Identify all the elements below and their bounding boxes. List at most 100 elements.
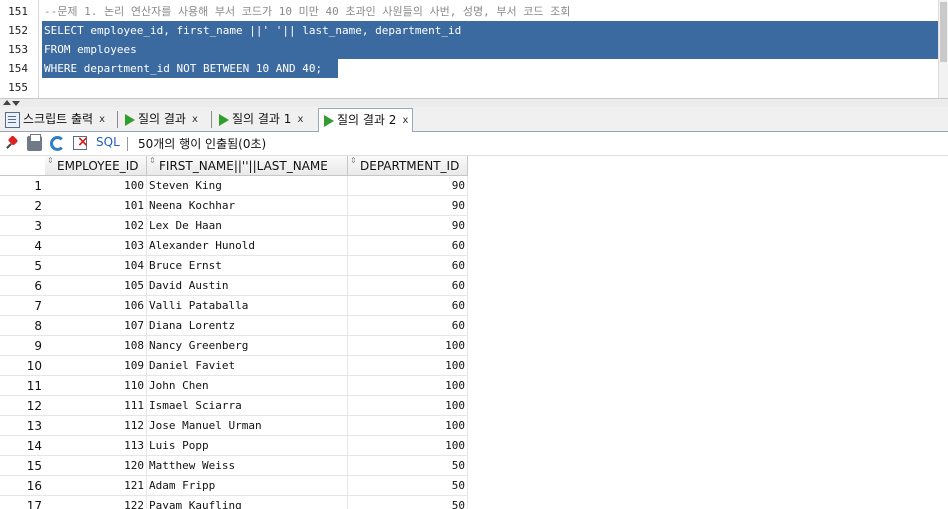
cell-full-name[interactable]: Matthew Weiss <box>147 456 348 476</box>
cell-employee-id[interactable]: 101 <box>45 196 147 216</box>
cell-employee-id[interactable]: 107 <box>45 316 147 336</box>
pin-icon[interactable] <box>5 136 20 151</box>
cell-full-name[interactable]: Alexander Hunold <box>147 236 348 256</box>
cell-department-id[interactable]: 60 <box>348 256 468 276</box>
cell-department-id[interactable]: 90 <box>348 176 468 196</box>
cell-employee-id[interactable]: 103 <box>45 236 147 256</box>
cell-employee-id[interactable]: 108 <box>45 336 147 356</box>
cell-full-name[interactable]: John Chen <box>147 376 348 396</box>
scrollbar-thumb[interactable] <box>940 2 947 62</box>
fetch-status: 50개의 행이 인출됨(0초) <box>138 137 267 151</box>
cell-employee-id[interactable]: 110 <box>45 376 147 396</box>
sort-icon[interactable]: ⇕ <box>47 156 55 166</box>
code-line-where[interactable]: WHERE department_id NOT BETWEEN 10 AND 4… <box>44 59 322 78</box>
delete-icon[interactable] <box>73 134 89 150</box>
table-row[interactable]: 2 101 Neena Kochhar 90 <box>0 196 468 216</box>
cell-full-name[interactable]: Nancy Greenberg <box>147 336 348 356</box>
tab-query-result-2[interactable]: 질의 결과 2 x <box>318 108 414 133</box>
cell-full-name[interactable]: Payam Kaufling <box>147 496 348 509</box>
line-number: 154 <box>8 62 28 75</box>
table-row[interactable]: 7 106 Valli Pataballa 60 <box>0 296 468 316</box>
cell-employee-id[interactable]: 113 <box>45 436 147 456</box>
table-row[interactable]: 16 121 Adam Fripp 50 <box>0 476 468 496</box>
collapse-down-icon[interactable] <box>12 101 20 106</box>
cell-department-id[interactable]: 90 <box>348 216 468 236</box>
table-row[interactable]: 17 122 Payam Kaufling 50 <box>0 496 468 509</box>
cell-full-name[interactable]: Luis Popp <box>147 436 348 456</box>
cell-employee-id[interactable]: 105 <box>45 276 147 296</box>
editor-scrollbar[interactable] <box>938 0 948 98</box>
tab-label: 질의 결과 1 <box>232 112 292 126</box>
cell-employee-id[interactable]: 122 <box>45 496 147 509</box>
cell-full-name[interactable]: Steven King <box>147 176 348 196</box>
tab-query-result[interactable]: 질의 결과 x <box>120 109 198 130</box>
refresh-icon[interactable] <box>50 136 65 151</box>
cell-department-id[interactable]: 100 <box>348 336 468 356</box>
code-line-from[interactable]: FROM employees <box>44 40 137 59</box>
cell-department-id[interactable]: 100 <box>348 396 468 416</box>
cell-full-name[interactable]: Bruce Ernst <box>147 256 348 276</box>
close-icon[interactable]: x <box>99 109 105 130</box>
cell-employee-id[interactable]: 111 <box>45 396 147 416</box>
close-icon[interactable]: x <box>402 110 408 131</box>
cell-employee-id[interactable]: 120 <box>45 456 147 476</box>
cell-department-id[interactable]: 60 <box>348 276 468 296</box>
cell-employee-id[interactable]: 121 <box>45 476 147 496</box>
table-row[interactable]: 10 109 Daniel Faviet 100 <box>0 356 468 376</box>
table-row[interactable]: 12 111 Ismael Sciarra 100 <box>0 396 468 416</box>
table-row[interactable]: 14 113 Luis Popp 100 <box>0 436 468 456</box>
table-row[interactable]: 8 107 Diana Lorentz 60 <box>0 316 468 336</box>
code-line-comment[interactable]: --문제 1. 논리 연산자를 사용해 부서 코드가 10 미만 40 초과인 … <box>44 2 570 21</box>
cell-employee-id[interactable]: 109 <box>45 356 147 376</box>
close-icon[interactable]: x <box>192 109 198 130</box>
table-row[interactable]: 6 105 David Austin 60 <box>0 276 468 296</box>
sql-editor[interactable]: 151 152 153 154 155 --문제 1. 논리 연산자를 사용해 … <box>0 0 948 98</box>
cell-full-name[interactable]: Valli Pataballa <box>147 296 348 316</box>
collapse-up-icon[interactable] <box>3 100 11 105</box>
cell-department-id[interactable]: 100 <box>348 376 468 396</box>
cell-employee-id[interactable]: 104 <box>45 256 147 276</box>
print-icon[interactable] <box>27 134 42 151</box>
cell-employee-id[interactable]: 100 <box>45 176 147 196</box>
cell-department-id[interactable]: 60 <box>348 316 468 336</box>
cell-full-name[interactable]: Neena Kochhar <box>147 196 348 216</box>
cell-department-id[interactable]: 60 <box>348 296 468 316</box>
cell-full-name[interactable]: Diana Lorentz <box>147 316 348 336</box>
cell-department-id[interactable]: 50 <box>348 476 468 496</box>
results-grid[interactable]: ⇕ EMPLOYEE_ID ⇕ FIRST_NAME||''||LAST_NAME … <box>0 156 948 509</box>
table-row[interactable]: 4 103 Alexander Hunold 60 <box>0 236 468 256</box>
cell-department-id[interactable]: 100 <box>348 416 468 436</box>
sql-button[interactable]: SQL <box>96 135 120 149</box>
table-row[interactable]: 1 100 Steven King 90 <box>0 176 468 196</box>
cell-full-name[interactable]: Jose Manuel Urman <box>147 416 348 436</box>
cell-employee-id[interactable]: 102 <box>45 216 147 236</box>
cell-employee-id[interactable]: 106 <box>45 296 147 316</box>
table-row[interactable]: 3 102 Lex De Haan 90 <box>0 216 468 236</box>
cell-department-id[interactable]: 50 <box>348 456 468 476</box>
cell-department-id[interactable]: 100 <box>348 356 468 376</box>
column-header-department-id[interactable]: ⇕ DEPARTMENT_ID <box>348 156 468 176</box>
table-row[interactable]: 13 112 Jose Manuel Urman 100 <box>0 416 468 436</box>
table-row[interactable]: 11 110 John Chen 100 <box>0 376 468 396</box>
sort-icon[interactable]: ⇕ <box>149 156 157 166</box>
tab-query-result-1[interactable]: 질의 결과 1 x <box>214 109 303 130</box>
table-row[interactable]: 5 104 Bruce Ernst 60 <box>0 256 468 276</box>
cell-department-id[interactable]: 90 <box>348 196 468 216</box>
column-header-employee-id[interactable]: ⇕ EMPLOYEE_ID <box>45 156 147 176</box>
cell-full-name[interactable]: David Austin <box>147 276 348 296</box>
cell-employee-id[interactable]: 112 <box>45 416 147 436</box>
cell-department-id[interactable]: 50 <box>348 496 468 509</box>
table-row[interactable]: 15 120 Matthew Weiss 50 <box>0 456 468 476</box>
sort-icon[interactable]: ⇕ <box>350 156 358 166</box>
cell-department-id[interactable]: 60 <box>348 236 468 256</box>
table-row[interactable]: 9 108 Nancy Greenberg 100 <box>0 336 468 356</box>
column-header-full-name[interactable]: ⇕ FIRST_NAME||''||LAST_NAME <box>147 156 348 176</box>
cell-department-id[interactable]: 100 <box>348 436 468 456</box>
cell-full-name[interactable]: Lex De Haan <box>147 216 348 236</box>
tab-script-output[interactable]: 스크립트 출력 x <box>2 109 105 130</box>
cell-full-name[interactable]: Ismael Sciarra <box>147 396 348 416</box>
code-line-select[interactable]: SELECT employee_id, first_name ||' '|| l… <box>44 21 461 40</box>
cell-full-name[interactable]: Daniel Faviet <box>147 356 348 376</box>
cell-full-name[interactable]: Adam Fripp <box>147 476 348 496</box>
close-icon[interactable]: x <box>297 109 303 130</box>
